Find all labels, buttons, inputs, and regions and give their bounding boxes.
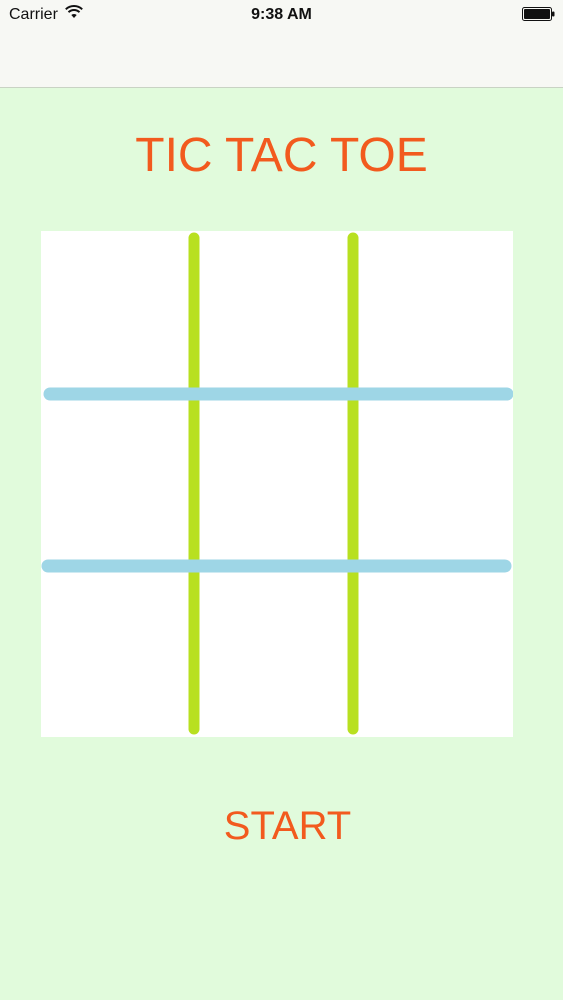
board-cell-8[interactable] bbox=[200, 573, 347, 737]
start-button[interactable]: START bbox=[200, 800, 375, 852]
game-board bbox=[41, 231, 513, 737]
board-cell-2[interactable] bbox=[200, 231, 347, 387]
navigation-bar bbox=[0, 30, 563, 88]
board-cell-6[interactable] bbox=[359, 401, 513, 559]
status-bar: Carrier 9:38 AM bbox=[0, 0, 563, 30]
board-cell-9[interactable] bbox=[359, 573, 513, 737]
board-cell-1[interactable] bbox=[41, 231, 188, 387]
board-cell-7[interactable] bbox=[41, 573, 188, 737]
page-title: TIC TAC TOE bbox=[135, 129, 428, 182]
battery-icon bbox=[522, 7, 555, 21]
board-cell-4[interactable] bbox=[41, 401, 188, 559]
board-cell-3[interactable] bbox=[359, 231, 513, 387]
status-time: 9:38 AM bbox=[251, 6, 312, 23]
board-cell-5[interactable] bbox=[200, 401, 347, 559]
